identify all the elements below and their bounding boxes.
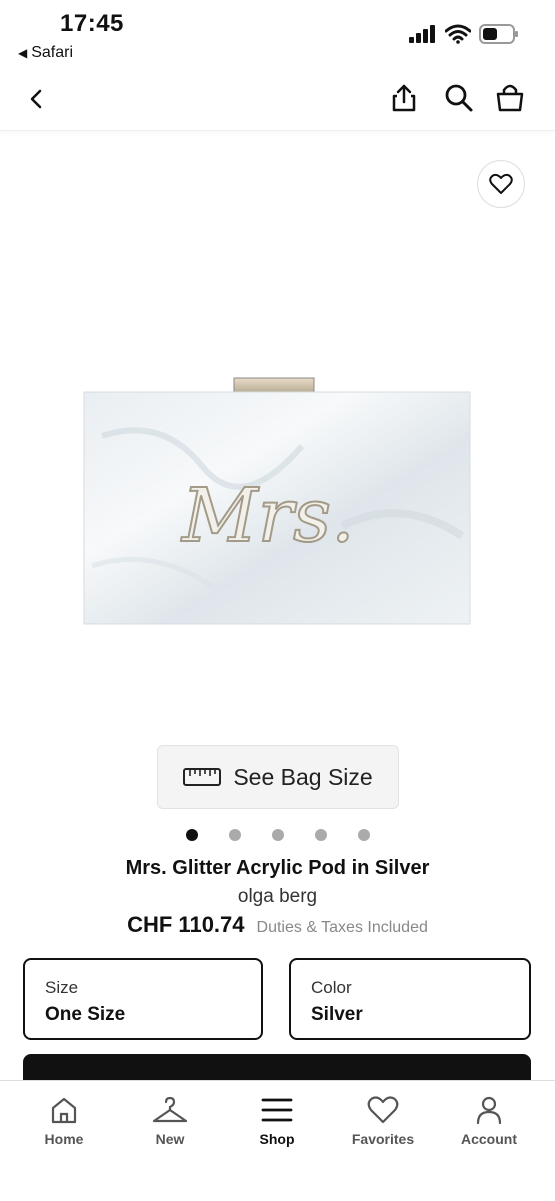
shopping-bag-icon[interactable] <box>494 82 526 114</box>
see-bag-size-button[interactable]: See Bag Size <box>157 745 399 809</box>
signal-icon <box>409 25 435 43</box>
back-triangle-icon: ◀ <box>18 46 28 60</box>
top-nav <box>0 70 555 131</box>
carousel-dot[interactable] <box>186 829 198 841</box>
wifi-icon <box>445 24 471 44</box>
status-time: 17:45 <box>60 10 124 37</box>
tab-new-label: New <box>155 1131 185 1147</box>
tab-favorites-label: Favorites <box>351 1131 415 1147</box>
hanger-icon <box>152 1096 188 1123</box>
color-label: Color <box>311 978 352 997</box>
back-to-app[interactable]: ◀ Safari <box>18 44 73 62</box>
duties-note: Duties & Taxes Included <box>256 919 428 936</box>
carousel-dot[interactable] <box>315 829 327 841</box>
tab-account[interactable]: Account <box>439 1095 539 1147</box>
share-icon[interactable] <box>388 82 420 114</box>
back-app-label: Safari <box>31 44 74 61</box>
heart-icon <box>489 173 513 194</box>
size-value: One Size <box>45 1004 126 1025</box>
tab-shop-label: Shop <box>259 1131 295 1147</box>
image-carousel-dots <box>186 829 370 841</box>
home-icon <box>51 1097 77 1124</box>
bag-script-text: Mrs. <box>180 473 355 559</box>
heart-icon <box>367 1096 399 1124</box>
menu-icon <box>261 1098 293 1122</box>
see-bag-size-label: See Bag Size <box>233 763 373 790</box>
favorite-button[interactable] <box>477 160 525 208</box>
tab-home[interactable]: Home <box>14 1095 114 1147</box>
carousel-dot[interactable] <box>272 829 284 841</box>
tab-home-label: Home <box>44 1131 84 1147</box>
carousel-dot[interactable] <box>358 829 370 841</box>
ruler-icon <box>183 768 222 786</box>
tab-new[interactable]: New <box>120 1095 220 1147</box>
size-label: Size <box>45 978 79 997</box>
tab-shop[interactable]: Shop <box>227 1095 327 1147</box>
tab-favorites[interactable]: Favorites <box>333 1095 433 1147</box>
person-icon <box>476 1096 502 1125</box>
carousel-dot[interactable] <box>229 829 241 841</box>
chevron-left-icon[interactable] <box>22 84 52 114</box>
color-selector[interactable]: Color Silver <box>289 958 531 1040</box>
battery-icon <box>479 24 518 44</box>
product-image: Mrs. <box>83 377 471 625</box>
tab-account-label: Account <box>461 1131 517 1147</box>
price-row: CHF 110.74 Duties & Taxes Included <box>0 912 555 938</box>
size-selector[interactable]: Size One Size <box>23 958 263 1040</box>
status-icons <box>409 24 519 44</box>
color-value: Silver <box>311 1004 363 1025</box>
search-icon[interactable] <box>443 82 475 114</box>
product-brand[interactable]: olga berg <box>0 886 555 908</box>
product-title: Mrs. Glitter Acrylic Pod in Silver <box>125 857 430 879</box>
bottom-tab-bar: Home New Shop Favorites Account <box>0 1080 555 1201</box>
product-price: CHF 110.74 <box>127 912 245 937</box>
